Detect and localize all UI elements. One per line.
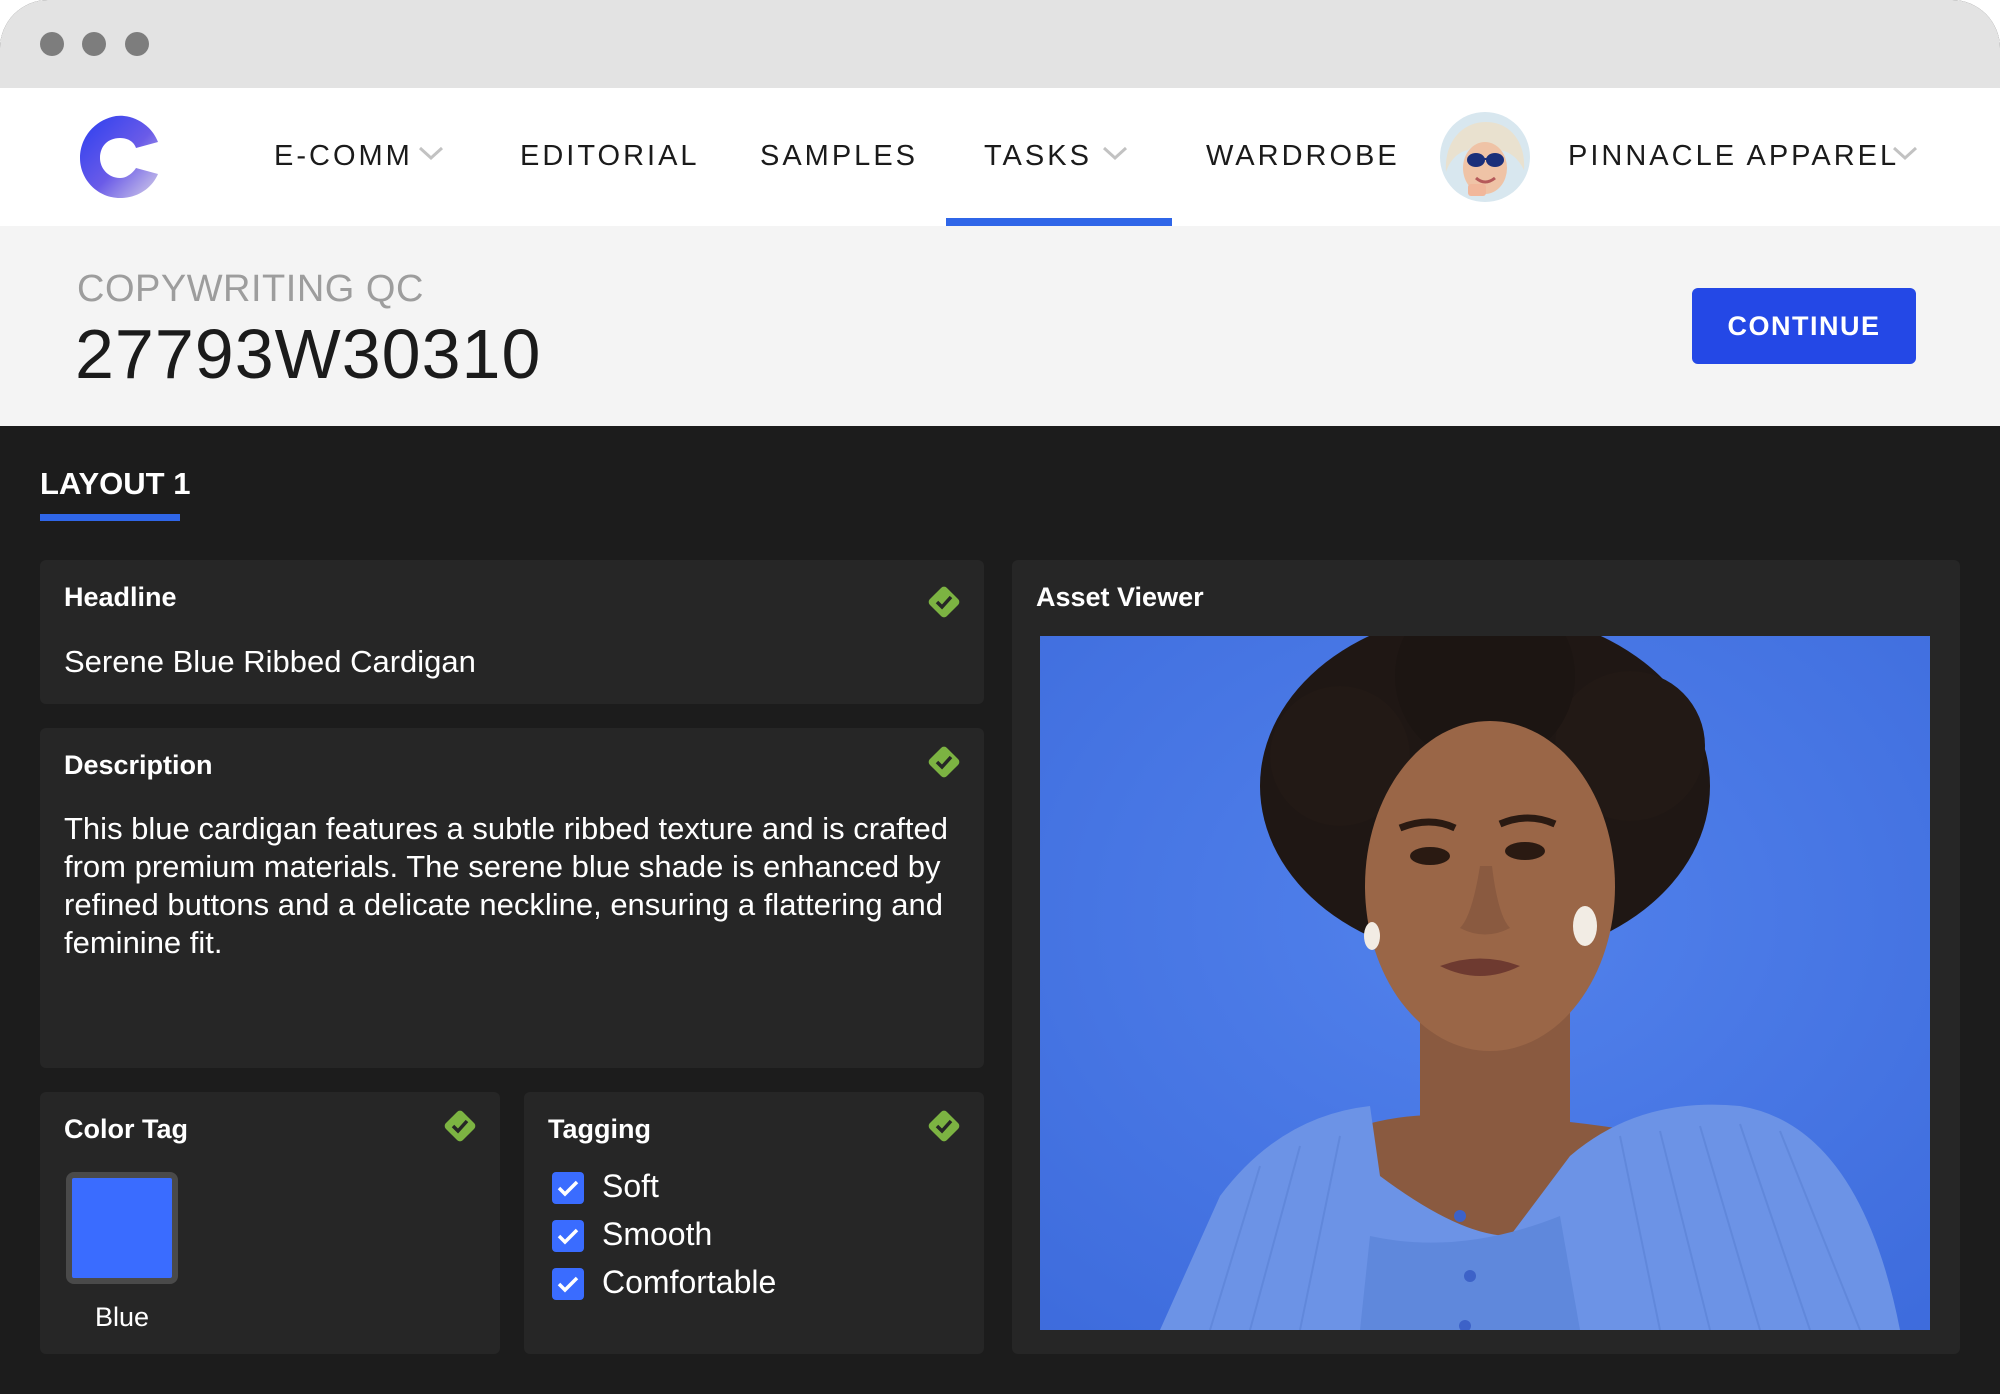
tab-layout-1[interactable]: LAYOUT 1 xyxy=(40,466,190,502)
nav-item-e-comm[interactable]: E-COMM xyxy=(274,134,413,178)
browser-chrome xyxy=(0,0,2000,88)
headline-title: Headline xyxy=(64,582,177,612)
description-title: Description xyxy=(64,750,213,780)
chevron-down-icon[interactable] xyxy=(1892,144,1918,162)
account-switcher-label[interactable]: PINNACLE APPAREL xyxy=(1568,134,1899,178)
user-avatar[interactable] xyxy=(1440,112,1530,202)
approved-check-icon xyxy=(444,1110,476,1142)
color-tag-title: Color Tag xyxy=(64,1114,188,1144)
layout-tab-indicator xyxy=(40,514,180,521)
window-maximize-dot[interactable] xyxy=(125,32,149,56)
nav-item-tasks[interactable]: TASKS xyxy=(984,134,1092,178)
chevron-down-icon[interactable] xyxy=(418,144,444,162)
app-window: E-COMM EDITORIAL SAMPLES TASKS WARDROBE … xyxy=(0,0,2000,1394)
checkbox-checked-icon[interactable] xyxy=(552,1268,584,1300)
headline-panel: Headline Serene Blue Ribbed Cardigan xyxy=(40,560,984,704)
product-photo[interactable] xyxy=(1040,636,1930,1330)
task-type-label: COPYWRITING QC xyxy=(77,268,424,310)
top-nav: E-COMM EDITORIAL SAMPLES TASKS WARDROBE … xyxy=(0,88,2000,226)
avatar-photo xyxy=(1440,112,1530,202)
tag-label: Smooth xyxy=(602,1216,713,1252)
asset-viewer-panel: Asset Viewer xyxy=(1012,560,1960,1354)
color-tag-panel: Color Tag Blue xyxy=(40,1092,500,1354)
window-minimize-dot[interactable] xyxy=(82,32,106,56)
checkbox-checked-icon[interactable] xyxy=(552,1220,584,1252)
continue-button[interactable]: CONTINUE xyxy=(1692,288,1916,364)
asset-viewer-title: Asset Viewer xyxy=(1036,582,1204,612)
tagging-panel: Tagging Soft Smooth Comfortable xyxy=(524,1092,984,1354)
window-close-dot[interactable] xyxy=(40,32,64,56)
description-panel: Description This blue cardigan features … xyxy=(40,728,984,1068)
nav-item-editorial[interactable]: EDITORIAL xyxy=(520,134,700,178)
nav-item-wardrobe[interactable]: WARDROBE xyxy=(1206,134,1400,178)
active-tab-indicator xyxy=(946,218,1172,226)
description-value[interactable]: This blue cardigan features a subtle rib… xyxy=(64,810,964,962)
approved-check-icon xyxy=(928,746,960,778)
color-swatch-label: Blue xyxy=(94,1302,150,1332)
task-header: COPYWRITING QC 27793W30310 CONTINUE xyxy=(0,226,2000,426)
chevron-down-icon[interactable] xyxy=(1102,144,1128,162)
approved-check-icon xyxy=(928,586,960,618)
nav-item-samples[interactable]: SAMPLES xyxy=(760,134,918,178)
task-content: LAYOUT 1 Headline Serene Blue Ribbed Car… xyxy=(0,426,2000,1394)
tag-label: Soft xyxy=(602,1168,659,1204)
color-swatch[interactable] xyxy=(66,1172,178,1284)
approved-check-icon xyxy=(928,1110,960,1142)
task-id: 27793W30310 xyxy=(75,315,542,393)
tag-label: Comfortable xyxy=(602,1264,777,1300)
headline-value[interactable]: Serene Blue Ribbed Cardigan xyxy=(64,644,476,680)
checkbox-checked-icon[interactable] xyxy=(552,1172,584,1204)
brand-logo-icon[interactable] xyxy=(78,112,164,200)
model-photo-illustration xyxy=(1040,636,1930,1330)
tagging-title: Tagging xyxy=(548,1114,651,1144)
